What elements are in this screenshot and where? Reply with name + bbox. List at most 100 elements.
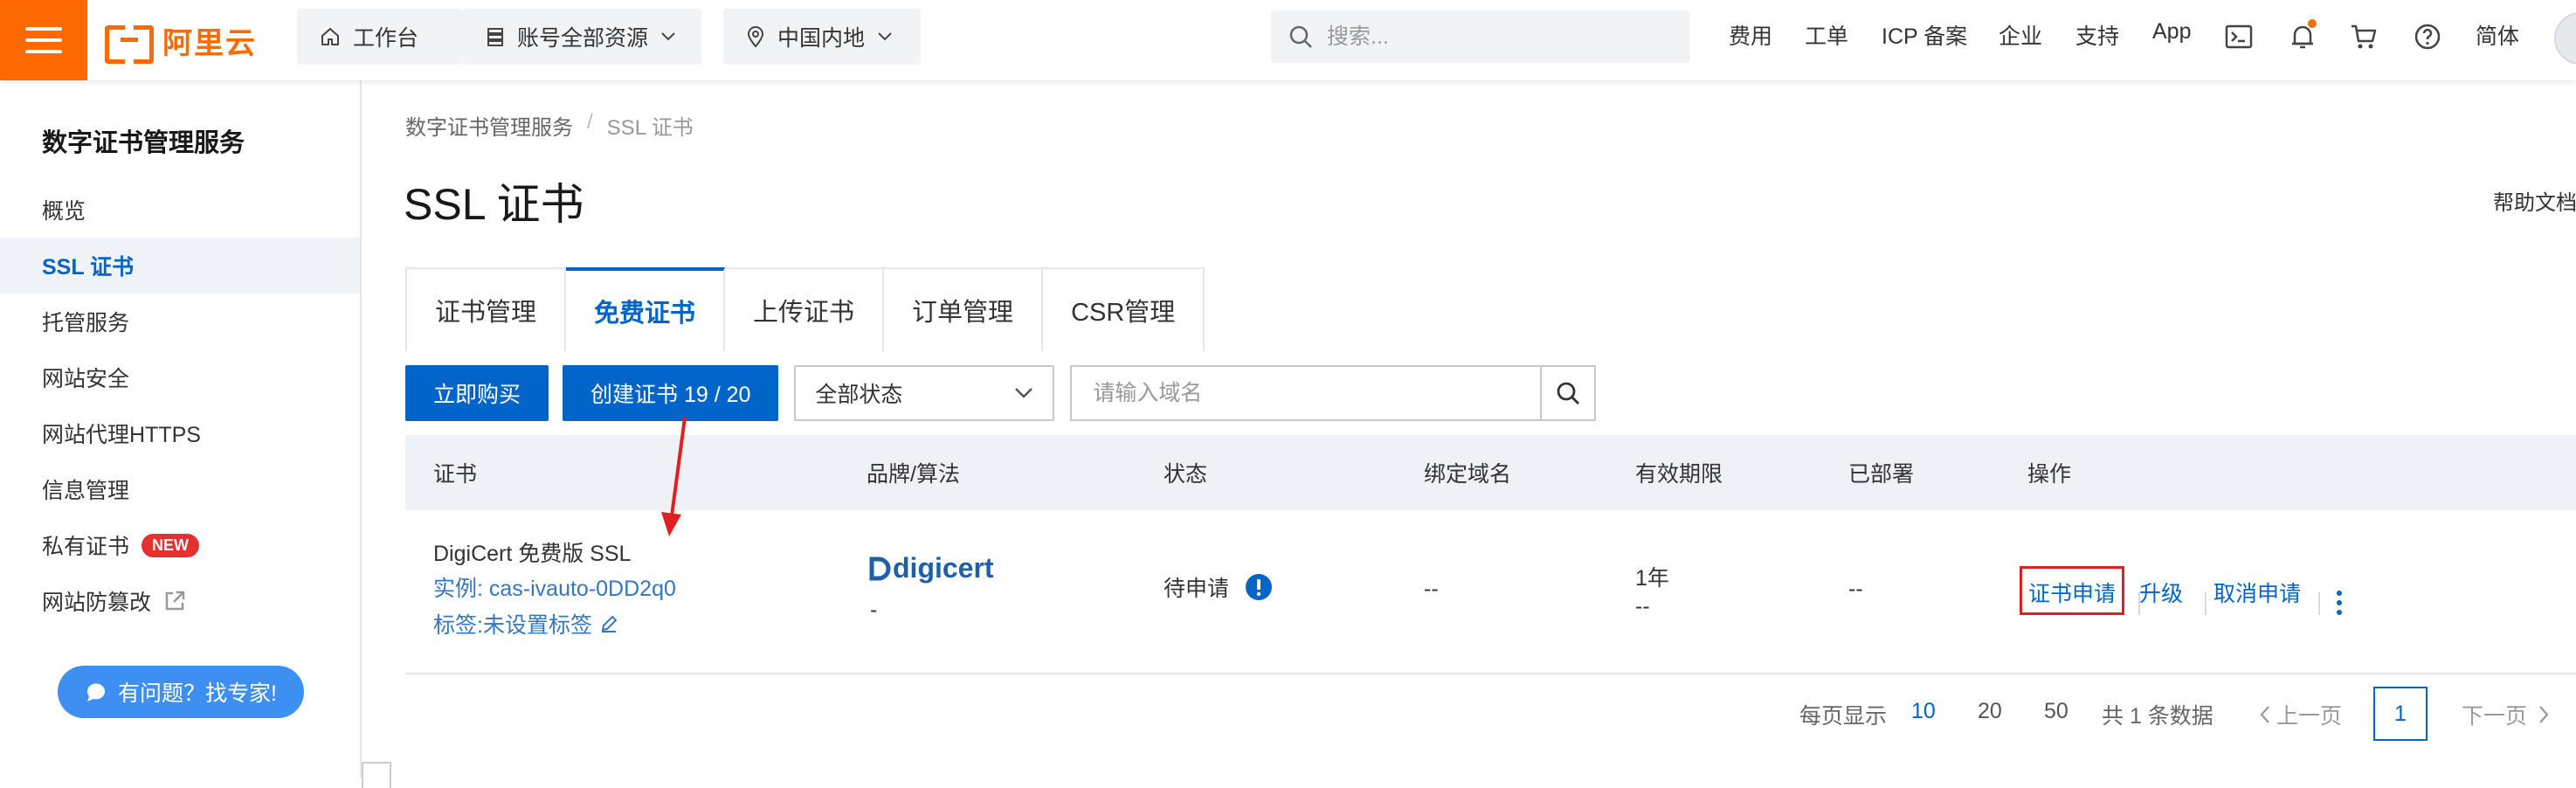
menu-icon-line: [25, 38, 62, 42]
certificate-name: DigiCert 免费版 SSL: [433, 542, 632, 566]
more-actions-icon[interactable]: [2337, 591, 2342, 615]
sidebar-item-label: 私有证书: [42, 535, 130, 559]
chevron-down-icon: [661, 32, 675, 41]
global-search-input[interactable]: [1327, 24, 1659, 50]
new-badge: NEW: [142, 533, 200, 557]
action-divider: [2205, 592, 2207, 615]
edit-pencil-icon: [601, 615, 618, 632]
domain-search-button[interactable]: [1540, 365, 1597, 421]
menu-hamburger-button[interactable]: [0, 0, 87, 80]
total-count: 共 1 条数据: [2102, 704, 2213, 729]
cancel-application-link[interactable]: 取消申请: [2213, 577, 2301, 608]
tab-order-management[interactable]: 订单管理: [884, 269, 1044, 351]
sidebar-item-label: SSL 证书: [42, 255, 135, 280]
sidebar-item-label: 网站安全: [42, 367, 130, 391]
upgrade-link[interactable]: 升级: [2139, 577, 2183, 608]
terminal-icon[interactable]: [2223, 21, 2255, 52]
sidebar-item-label: 网站防篡改: [42, 591, 152, 615]
breadcrumb-item-cert-service[interactable]: 数字证书管理服务: [405, 110, 573, 141]
pagination: 每页显示 10 20 50 共 1 条数据 上一页 下一页: [0, 687, 2576, 739]
nav-link-tickets[interactable]: 工单: [1805, 19, 1848, 51]
global-search: [1271, 10, 1690, 63]
certificate-tags[interactable]: 标签:未设置标签: [433, 608, 618, 639]
page-size-option[interactable]: 50: [2044, 699, 2068, 724]
server-icon: [487, 28, 503, 46]
column-header-actions: 操作: [2027, 462, 2072, 487]
breadcrumb-item-ssl: SSL 证书: [606, 116, 694, 140]
buy-now-button[interactable]: 立即购买: [405, 365, 549, 421]
validity-period: 1年: [1635, 566, 1669, 591]
page-title: SSL 证书: [404, 180, 584, 229]
avatar[interactable]: [2554, 12, 2576, 65]
nav-link-fees[interactable]: 费用: [1729, 19, 1772, 51]
action-divider: [2318, 592, 2320, 615]
chevron-down-icon: [878, 32, 892, 41]
certificate-instance-id[interactable]: 实例: cas-ivauto-0DD2q0: [433, 571, 676, 603]
region-label: 中国内地: [777, 26, 866, 51]
aliyun-logo-icon: [105, 25, 154, 64]
sidebar-item-label: 网站代理HTTPS: [42, 423, 201, 447]
prev-page-label: 上一页: [2276, 704, 2343, 729]
sidebar-item-website-security[interactable]: 网站安全: [0, 349, 360, 405]
status-select[interactable]: 全部状态: [794, 365, 1055, 421]
sidebar-item-info-management[interactable]: 信息管理: [0, 461, 360, 517]
tab-csr-management[interactable]: CSR管理: [1043, 269, 1204, 351]
sidebar-item-overview[interactable]: 概览: [0, 182, 360, 238]
deployed-status: --: [1848, 577, 1863, 601]
search-icon: [1289, 25, 1312, 48]
home-icon: [321, 28, 339, 45]
bound-domain: --: [1424, 577, 1439, 601]
next-page-label: 下一页: [2462, 704, 2528, 729]
algorithm: -: [870, 598, 878, 622]
per-page-label: 每页显示: [1799, 704, 1888, 729]
digicert-logo-text: digicert: [893, 552, 994, 584]
domain-search-input[interactable]: [1070, 365, 1541, 421]
nav-link-app[interactable]: App: [2152, 19, 2191, 45]
help-doc-link[interactable]: 帮助文档: [2493, 185, 2576, 216]
current-page-button[interactable]: 1: [2373, 687, 2428, 741]
region-selector[interactable]: 中国内地: [723, 9, 921, 65]
tab-cert-management[interactable]: 证书管理: [407, 269, 567, 351]
prev-page-button[interactable]: 上一页: [2259, 699, 2342, 730]
next-page-button[interactable]: 下一页: [2462, 699, 2550, 730]
page-size-option[interactable]: 10: [1911, 699, 1936, 724]
nav-link-icp[interactable]: ICP 备案: [1882, 19, 1967, 51]
sidebar-item-label: 概览: [42, 199, 86, 224]
menu-icon-line: [25, 50, 62, 53]
status-text: 待申请: [1164, 577, 1230, 601]
resource-selector[interactable]: 账号全部资源: [463, 9, 701, 65]
location-pin-icon: [747, 26, 764, 48]
sidebar-item-private-certificates[interactable]: 私有证书 NEW: [0, 517, 360, 573]
sidebar-item-anti-tamper[interactable]: 网站防篡改: [0, 573, 360, 629]
create-certificate-button[interactable]: 创建证书 19 / 20: [563, 365, 779, 421]
workbench-label: 工作台: [353, 26, 419, 51]
sidebar-item-ssl-certificates[interactable]: SSL 证书: [0, 238, 360, 294]
status-cell: 待申请: [1164, 571, 1273, 603]
column-header-brand: 品牌/算法: [867, 462, 960, 487]
breadcrumb-separator: /: [587, 110, 593, 134]
column-header-deployed: 已部署: [1848, 462, 1915, 487]
tab-bar: 证书管理 免费证书 上传证书 订单管理 CSR管理: [405, 267, 1205, 351]
nav-link-support[interactable]: 支持: [2075, 19, 2119, 51]
nav-link-enterprise[interactable]: 企业: [1999, 19, 2042, 51]
workbench-button[interactable]: 工作台: [297, 9, 463, 65]
alert-info-icon[interactable]: [1245, 573, 1273, 601]
certificate-table: 证书 品牌/算法 状态 绑定域名 有效期限 已部署 操作 DigiCert 免费…: [405, 435, 2576, 674]
page-size-option[interactable]: 20: [1978, 699, 2002, 724]
chevron-left-icon: [2260, 706, 2269, 723]
sidebar-title: 数字证书管理服务: [42, 129, 245, 157]
cart-icon[interactable]: [2348, 21, 2379, 52]
language-switch[interactable]: 简体: [2476, 19, 2519, 51]
apply-certificate-link[interactable]: 证书申请: [2028, 577, 2116, 608]
bell-icon[interactable]: [2287, 19, 2318, 52]
aliyun-logo[interactable]: 阿里云: [105, 17, 257, 64]
sidebar-item-label: 信息管理: [42, 479, 130, 503]
sidebar-item-managed-service[interactable]: 托管服务: [0, 294, 360, 349]
breadcrumb: 数字证书管理服务 / SSL 证书: [405, 110, 694, 141]
help-circle-icon[interactable]: [2412, 21, 2443, 52]
toolbar: 立即购买 创建证书 19 / 20 全部状态: [405, 365, 1597, 421]
sidebar-collapse-handle[interactable]: [362, 762, 391, 788]
tab-upload-certificate[interactable]: 上传证书: [725, 269, 885, 351]
sidebar-item-website-proxy-https[interactable]: 网站代理HTTPS: [0, 405, 360, 461]
tab-free-certificates[interactable]: 免费证书: [566, 267, 726, 351]
